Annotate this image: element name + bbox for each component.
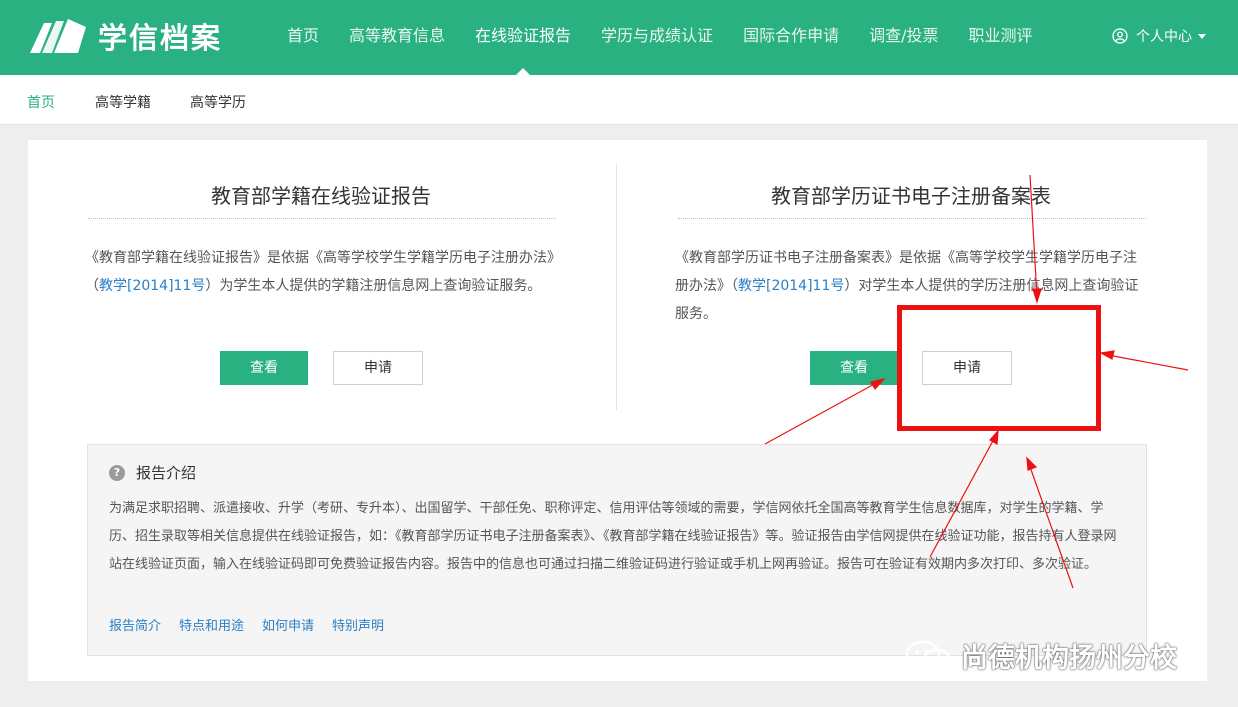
column-divider	[616, 164, 617, 410]
user-circle-icon	[1112, 28, 1128, 44]
regulation-link[interactable]: 教学[2014]11号	[99, 278, 205, 294]
user-center-menu[interactable]: 个人中心	[1112, 26, 1206, 46]
user-center-label: 个人中心	[1136, 29, 1192, 45]
nav-item-certification[interactable]: 学历与成绩认证	[586, 0, 728, 75]
wechat-icon	[905, 640, 952, 671]
subnav-item-home[interactable]: 首页	[27, 92, 55, 112]
left-title-underline	[88, 218, 556, 219]
subnav-item-student-status[interactable]: 高等学籍	[95, 92, 151, 112]
watermark-text: 尚德机构扬州分校	[961, 643, 1177, 674]
left-panel-title: 教育部学籍在线验证报告	[211, 184, 431, 208]
chevron-down-icon	[1198, 33, 1206, 39]
main-nav: 首页 高等教育信息 在线验证报告 学历与成绩认证 国际合作申请 调查/投票 职业…	[272, 0, 1048, 75]
nav-item-online-verification[interactable]: 在线验证报告	[460, 0, 586, 75]
nav-item-survey[interactable]: 调查/投票	[854, 0, 953, 75]
intro-header: ? 报告介绍	[109, 462, 196, 483]
sub-nav: 首页 高等学籍 高等学历	[0, 75, 1238, 125]
book-logo-icon	[30, 19, 86, 53]
nav-item-home[interactable]: 首页	[272, 0, 334, 75]
nav-item-higher-education[interactable]: 高等教育信息	[334, 0, 460, 75]
regulation-link[interactable]: 教学[2014]11号	[738, 278, 844, 294]
subnav-item-degree[interactable]: 高等学历	[190, 92, 246, 112]
question-circle-icon: ?	[109, 464, 125, 481]
intro-body: 为满足求职招聘、派遣接收、升学（考研、专升本）、出国留学、干部任免、职称评定、信…	[109, 501, 1117, 572]
left-panel-description: 《教育部学籍在线验证报告》是依据《高等学校学生学籍学历电子注册办法》（教学[20…	[85, 250, 554, 294]
left-apply-button[interactable]: 申请	[333, 351, 423, 385]
link-report-summary[interactable]: 报告简介	[109, 615, 161, 634]
link-disclaimer[interactable]: 特别声明	[332, 615, 384, 634]
top-navbar: 学信档案 首页 高等教育信息 在线验证报告 学历与成绩认证 国际合作申请 调查/…	[0, 0, 1238, 75]
brand-name: 学信档案	[98, 21, 223, 55]
nav-item-international[interactable]: 国际合作申请	[728, 0, 854, 75]
brand-logo[interactable]: 学信档案	[28, 16, 222, 56]
right-title-underline	[678, 218, 1146, 219]
right-view-button[interactable]: 查看	[810, 351, 898, 385]
right-panel-title: 教育部学历证书电子注册备案表	[771, 184, 1051, 208]
intro-links: 报告简介 特点和用途 如何申请 特别声明	[109, 615, 402, 634]
left-view-button[interactable]: 查看	[220, 351, 308, 385]
watermark: 尚德机构扬州分校	[903, 636, 1177, 675]
link-how-to-apply[interactable]: 如何申请	[262, 615, 314, 634]
report-intro-box: ? 报告介绍 为满足求职招聘、派遣接收、升学（考研、专升本）、出国留学、干部任免…	[87, 444, 1147, 656]
link-features[interactable]: 特点和用途	[179, 615, 244, 634]
nav-item-career-test[interactable]: 职业测评	[953, 0, 1047, 75]
intro-title: 报告介绍	[136, 464, 197, 482]
highlight-box	[897, 305, 1101, 431]
